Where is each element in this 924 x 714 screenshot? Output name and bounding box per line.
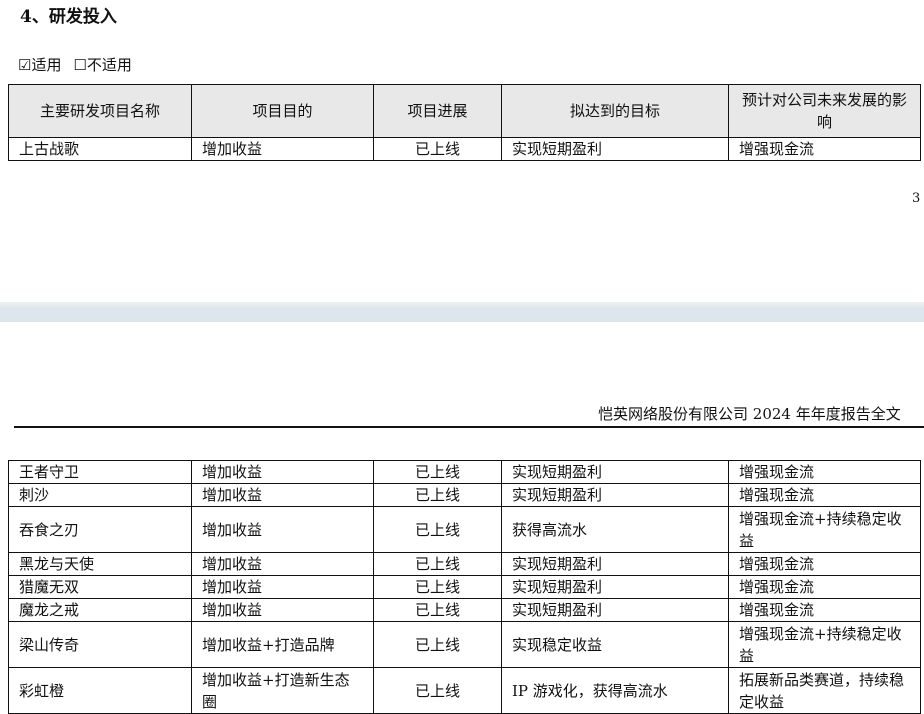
cell-project-name: 魔龙之戒 bbox=[8, 598, 192, 622]
cell-impact: 拓展新品类赛道，持续稳定收益 bbox=[728, 667, 921, 714]
report-header-title: 恺英网络股份有限公司 2024 年年度报告全文 bbox=[598, 405, 901, 423]
cell-impact: 增强现金流 bbox=[728, 137, 921, 161]
cell-goal: 实现短期盈利 bbox=[501, 552, 729, 576]
cell-progress: 已上线 bbox=[373, 460, 502, 484]
cell-progress: 已上线 bbox=[373, 506, 502, 553]
cell-goal: 实现短期盈利 bbox=[501, 137, 729, 161]
cell-impact: 增强现金流+持续稳定收益 bbox=[728, 506, 921, 553]
table-row: 王者守卫 增加收益 已上线 实现短期盈利 增强现金流 bbox=[8, 460, 921, 484]
cell-purpose: 增加收益 bbox=[191, 575, 374, 599]
cell-purpose: 增加收益+打造新生态圈 bbox=[191, 667, 374, 714]
cell-progress: 已上线 bbox=[373, 621, 502, 668]
header-target-goal: 拟达到的目标 bbox=[501, 84, 729, 138]
cell-purpose: 增加收益 bbox=[191, 598, 374, 622]
cell-project-name: 梁山传奇 bbox=[8, 621, 192, 668]
cell-project-name: 彩虹橙 bbox=[8, 667, 192, 714]
not-applicable-checkbox: ☐不适用 bbox=[73, 56, 132, 74]
cell-progress: 已上线 bbox=[373, 575, 502, 599]
header-project-progress: 项目进展 bbox=[373, 84, 502, 138]
cell-project-name: 吞食之刃 bbox=[8, 506, 192, 553]
cell-progress: 已上线 bbox=[373, 483, 502, 507]
table-row: 魔龙之戒 增加收益 已上线 实现短期盈利 增强现金流 bbox=[8, 598, 921, 622]
cell-goal: 实现稳定收益 bbox=[501, 621, 729, 668]
cell-progress: 已上线 bbox=[373, 137, 502, 161]
header-rule bbox=[14, 426, 924, 428]
table-row: 猎魔无双 增加收益 已上线 实现短期盈利 增强现金流 bbox=[8, 575, 921, 599]
cell-project-name: 黑龙与天使 bbox=[8, 552, 192, 576]
table-row: 黑龙与天使 增加收益 已上线 实现短期盈利 增强现金流 bbox=[8, 552, 921, 576]
table-row: 彩虹橙 增加收益+打造新生态圈 已上线 IP 游戏化，获得高流水 拓展新品类赛道… bbox=[8, 667, 921, 714]
cell-project-name: 刺沙 bbox=[8, 483, 192, 507]
header-project-name: 主要研发项目名称 bbox=[8, 84, 192, 138]
cell-purpose: 增加收益 bbox=[191, 552, 374, 576]
rd-projects-table-page1: 主要研发项目名称 项目目的 项目进展 拟达到的目标 预计对公司未来发展的影响 上… bbox=[8, 84, 921, 161]
cell-purpose: 增加收益 bbox=[191, 483, 374, 507]
cell-purpose: 增加收益 bbox=[191, 506, 374, 553]
cell-goal: 实现短期盈利 bbox=[501, 483, 729, 507]
cell-project-name: 王者守卫 bbox=[8, 460, 192, 484]
cell-goal: 实现短期盈利 bbox=[501, 598, 729, 622]
table-row: 吞食之刃 增加收益 已上线 获得高流水 增强现金流+持续稳定收益 bbox=[8, 506, 921, 553]
cell-purpose: 增加收益 bbox=[191, 460, 374, 484]
cell-impact: 增强现金流 bbox=[728, 575, 921, 599]
page-number: 3 bbox=[912, 191, 921, 206]
cell-progress: 已上线 bbox=[373, 552, 502, 576]
cell-impact: 增强现金流+持续稳定收益 bbox=[728, 621, 921, 668]
header-project-purpose: 项目目的 bbox=[191, 84, 374, 138]
applicable-checkbox: ☑适用 bbox=[18, 56, 62, 74]
applicability-options: ☑适用 ☐不适用 bbox=[18, 54, 132, 75]
page-break bbox=[0, 308, 924, 322]
cell-project-name: 猎魔无双 bbox=[8, 575, 192, 599]
cell-progress: 已上线 bbox=[373, 598, 502, 622]
cell-impact: 增强现金流 bbox=[728, 598, 921, 622]
cell-progress: 已上线 bbox=[373, 667, 502, 714]
cell-project-name: 上古战歌 bbox=[8, 137, 192, 161]
table-header-row: 主要研发项目名称 项目目的 项目进展 拟达到的目标 预计对公司未来发展的影响 bbox=[8, 84, 921, 138]
table-row: 上古战歌 增加收益 已上线 实现短期盈利 增强现金流 bbox=[8, 137, 921, 161]
cell-purpose: 增加收益+打造品牌 bbox=[191, 621, 374, 668]
cell-goal: 实现短期盈利 bbox=[501, 460, 729, 484]
cell-goal: 实现短期盈利 bbox=[501, 575, 729, 599]
section-title: 4、研发投入 bbox=[20, 7, 117, 27]
table-row: 刺沙 增加收益 已上线 实现短期盈利 增强现金流 bbox=[8, 483, 921, 507]
cell-goal: IP 游戏化，获得高流水 bbox=[501, 667, 729, 714]
cell-impact: 增强现金流 bbox=[728, 460, 921, 484]
cell-purpose: 增加收益 bbox=[191, 137, 374, 161]
table-row: 梁山传奇 增加收益+打造品牌 已上线 实现稳定收益 增强现金流+持续稳定收益 bbox=[8, 621, 921, 668]
rd-projects-table-page2: 王者守卫 增加收益 已上线 实现短期盈利 增强现金流 刺沙 增加收益 已上线 实… bbox=[8, 460, 921, 714]
cell-impact: 增强现金流 bbox=[728, 483, 921, 507]
header-future-impact: 预计对公司未来发展的影响 bbox=[728, 84, 921, 138]
cell-goal: 获得高流水 bbox=[501, 506, 729, 553]
cell-impact: 增强现金流 bbox=[728, 552, 921, 576]
